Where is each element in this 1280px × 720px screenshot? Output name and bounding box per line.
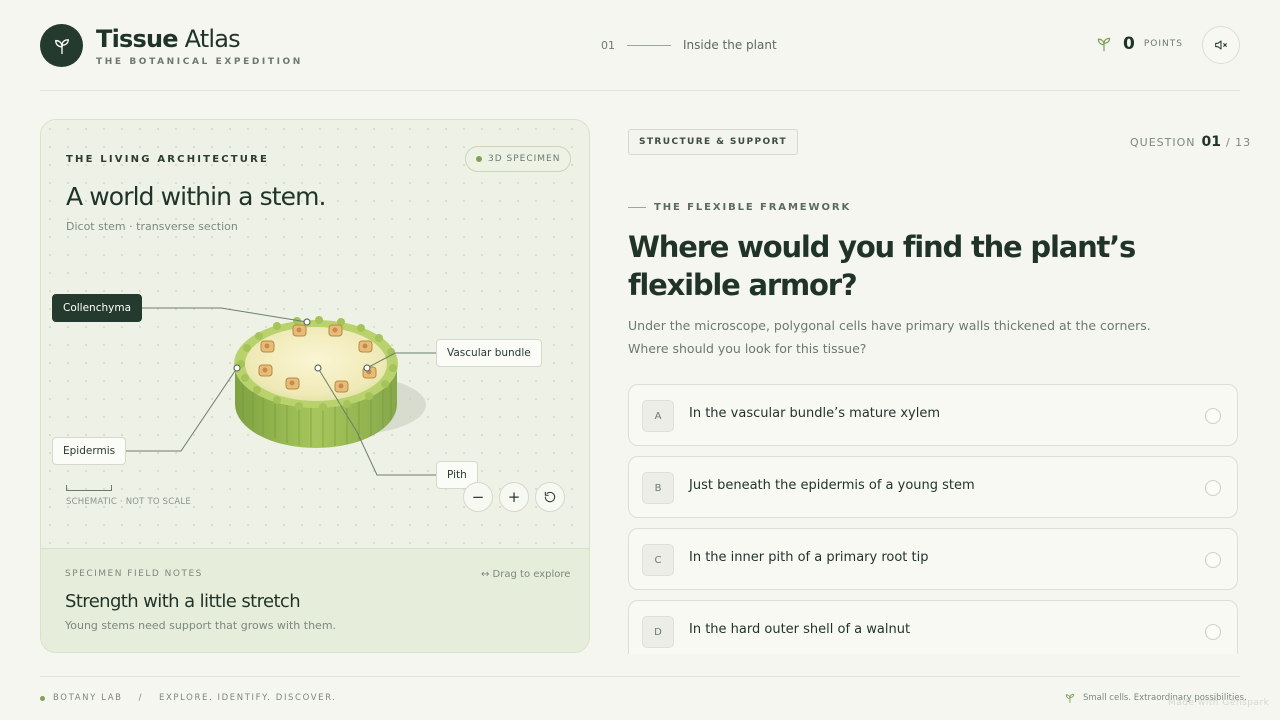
callout-vascular-bundle[interactable]: Vascular bundle <box>436 339 542 367</box>
sprout-icon <box>54 38 69 54</box>
answer-option-d[interactable]: D In the hard outer shell of a walnut <box>628 600 1238 654</box>
answer-text: In the inner pith of a primary root tip <box>689 550 929 565</box>
app-header: Tissue Atlas THE BOTANICAL EXPEDITION 01… <box>40 22 1240 70</box>
sprout-icon <box>1065 693 1075 703</box>
answer-letter: D <box>642 616 674 648</box>
answer-text: In the vascular bundle’s mature xylem <box>689 406 940 421</box>
points-label: POINTS <box>1143 39 1183 49</box>
reset-view-button[interactable] <box>535 482 565 512</box>
question-title: Where would you find the plant’s flexibl… <box>628 230 1136 302</box>
answer-option-c[interactable]: C In the inner pith of a primary root ti… <box>628 528 1238 590</box>
pith-surface <box>245 327 387 401</box>
points-display: 0 POINTS <box>1095 34 1183 54</box>
brand-title: Tissue Atlas <box>96 25 241 53</box>
question-eyebrow: THE FLEXIBLE FRAMEWORK <box>628 202 851 213</box>
scale-bar <box>66 485 112 491</box>
answer-radio[interactable] <box>1205 408 1221 424</box>
zoom-out-button[interactable]: − <box>463 482 493 512</box>
answer-option-a[interactable]: A In the vascular bundle’s mature xylem <box>628 384 1238 446</box>
scale-label: SCHEMATIC · NOT TO SCALE <box>66 497 191 507</box>
logo[interactable] <box>40 24 83 67</box>
field-notes-subtitle: Young stems need support that grows with… <box>65 619 337 632</box>
answer-radio[interactable] <box>1205 624 1221 640</box>
chapter-progress: 01 Inside the plant <box>601 38 777 52</box>
callout-collenchyma[interactable]: Collenchyma <box>52 294 143 322</box>
footer-lab: BOTANY LAB <box>53 693 123 703</box>
answer-list: A In the vascular bundle’s mature xylem … <box>628 384 1238 654</box>
reset-icon <box>544 491 556 503</box>
field-notes-eyebrow: SPECIMEN FIELD NOTES <box>65 569 203 579</box>
footer-tagline: EXPLORE. IDENTIFY. DISCOVER. <box>159 693 337 703</box>
category-tag: STRUCTURE & SUPPORT <box>628 129 799 155</box>
answer-text: In the hard outer shell of a walnut <box>689 622 911 637</box>
specimen-viewer[interactable]: THE LIVING ARCHITECTURE 3D SPECIMEN A wo… <box>41 120 589 548</box>
answer-radio[interactable] <box>1205 480 1221 496</box>
callout-epidermis[interactable]: Epidermis <box>52 437 127 465</box>
answer-radio[interactable] <box>1205 552 1221 568</box>
answer-letter: C <box>642 544 674 576</box>
field-notes-title: Strength with a little stretch <box>65 591 301 612</box>
eyebrow-line <box>628 207 646 208</box>
mute-button[interactable] <box>1202 26 1240 64</box>
progress-divider <box>627 44 671 46</box>
header-divider <box>40 90 1240 91</box>
specimen-panel: THE LIVING ARCHITECTURE 3D SPECIMEN A wo… <box>40 119 590 653</box>
chapter-number: 01 <box>601 38 615 52</box>
answer-letter: B <box>642 472 674 504</box>
question-description: Under the microscope, polygonal cells ha… <box>628 318 1151 356</box>
answer-option-b[interactable]: B Just beneath the epidermis of a young … <box>628 456 1238 518</box>
zoom-in-button[interactable]: + <box>499 482 529 512</box>
question-current: 01 <box>1201 134 1221 150</box>
question-total: / 13 <box>1225 136 1252 149</box>
field-notes: SPECIMEN FIELD NOTES ↔ Drag to explore S… <box>41 548 589 652</box>
question-counter: QUESTION 01 / 13 <box>1130 134 1252 150</box>
footer-left: BOTANY LAB / EXPLORE. IDENTIFY. DISCOVER… <box>40 693 337 703</box>
speaker-muted-icon <box>1215 40 1227 50</box>
footer-separator: / <box>138 693 144 703</box>
status-dot <box>40 695 45 701</box>
answer-text: Just beneath the epidermis of a young st… <box>689 478 975 493</box>
watermark: Made with Genspark <box>1168 698 1270 708</box>
sprout-icon <box>1097 37 1111 52</box>
brand-subtitle: THE BOTANICAL EXPEDITION <box>96 57 303 67</box>
drag-hint: ↔ Drag to explore <box>481 569 571 580</box>
footer-divider <box>40 676 1240 677</box>
points-value: 0 <box>1123 34 1135 54</box>
chapter-title: Inside the plant <box>683 38 777 52</box>
answer-letter: A <box>642 400 674 432</box>
